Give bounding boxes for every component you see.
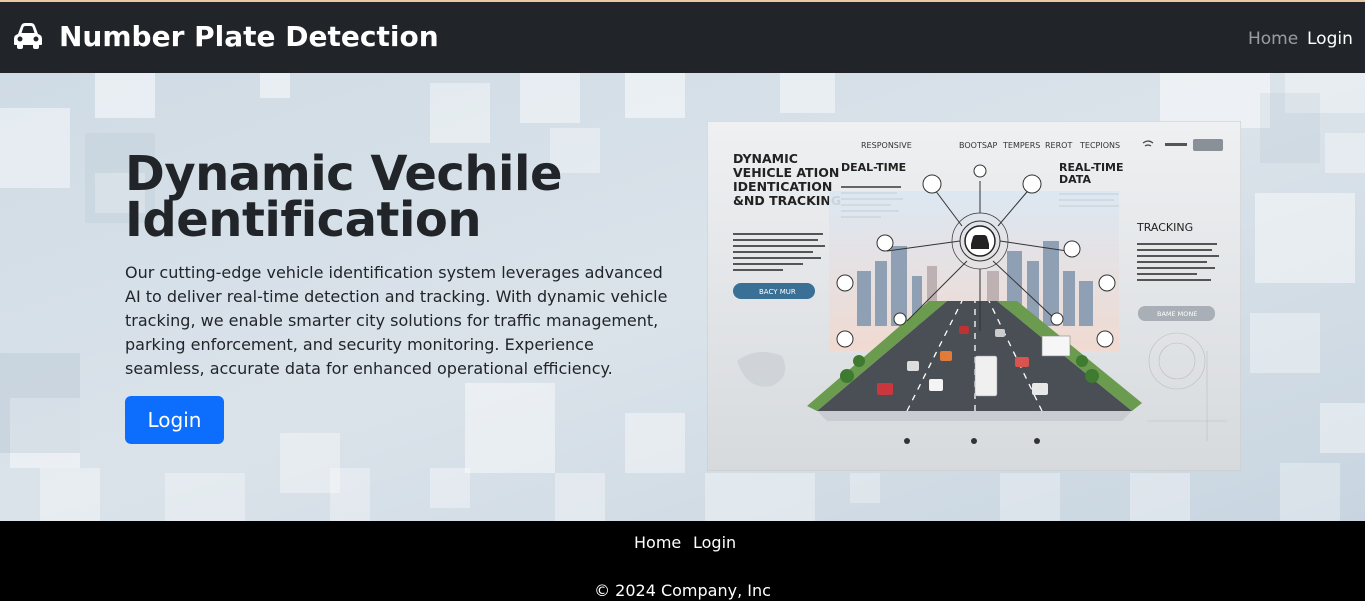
image-label-deal-time: DEAL-TIME bbox=[841, 161, 906, 174]
hero-illustration: RESPONSIVE BOOTSAP TEMPERS REROT TECPION… bbox=[706, 120, 1242, 472]
city-tracking-illustration: RESPONSIVE BOOTSAP TEMPERS REROT TECPION… bbox=[706, 120, 1242, 472]
nav-login-link[interactable]: Login bbox=[1307, 29, 1353, 49]
image-nav-item: TEMPERS bbox=[1002, 141, 1040, 150]
nav-home-link[interactable]: Home bbox=[1248, 29, 1298, 49]
image-nav-item: REROT bbox=[1045, 141, 1072, 150]
image-nav-item: RESPONSIVE bbox=[861, 141, 912, 150]
image-label-tracking: TRACKING bbox=[1136, 221, 1193, 234]
image-left-button-label: BACY MUR bbox=[759, 288, 796, 296]
image-nav-item: TECPIONS bbox=[1079, 141, 1120, 150]
svg-text:IDENTICATION: IDENTICATION bbox=[733, 179, 832, 194]
brand[interactable]: Number Plate Detection bbox=[12, 20, 439, 53]
image-nav-item: BOOTSAP bbox=[959, 141, 998, 150]
image-right-button-label: BAME MONE bbox=[1157, 310, 1197, 318]
hero-title: Dynamic Vechile Identification bbox=[125, 146, 563, 248]
svg-text:&ND TRACKING: &ND TRACKING bbox=[733, 193, 841, 208]
svg-text:DATA: DATA bbox=[1059, 173, 1091, 186]
svg-text:DYNAMIC: DYNAMIC bbox=[733, 151, 798, 166]
footer: Home Login © 2024 Company, Inc bbox=[0, 521, 1365, 601]
car-icon bbox=[12, 20, 44, 50]
footer-copyright: © 2024 Company, Inc bbox=[594, 581, 771, 600]
footer-home-link[interactable]: Home bbox=[634, 533, 681, 553]
hero-login-button[interactable]: Login bbox=[125, 396, 224, 444]
brand-title: Number Plate Detection bbox=[59, 20, 439, 53]
hero-description: Our cutting-edge vehicle identification … bbox=[125, 263, 668, 378]
navbar: Number Plate Detection Home Login bbox=[0, 2, 1365, 73]
svg-text:VEHICLE ATION: VEHICLE ATION bbox=[733, 165, 839, 180]
hero-section: Dynamic Vechile Identification Our cutti… bbox=[0, 73, 1365, 521]
footer-login-link[interactable]: Login bbox=[693, 533, 736, 553]
